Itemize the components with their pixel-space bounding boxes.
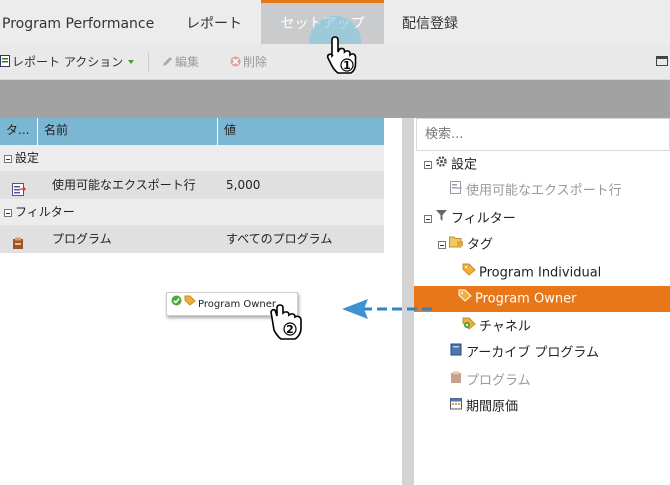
column-name[interactable]: 名前 <box>38 118 218 145</box>
tag-icon <box>458 286 472 312</box>
delete-label: 削除 <box>243 55 268 69</box>
report-action-menu[interactable]: レポート アクション <box>0 44 135 80</box>
drag-label: Program Owner <box>198 299 277 310</box>
tree-node-settings[interactable]: 設定 <box>424 152 477 178</box>
app-title: Program Performance <box>2 16 155 32</box>
edit-button[interactable]: 編集 <box>162 44 199 80</box>
program-icon <box>12 232 25 260</box>
export-rows-icon <box>450 178 463 204</box>
tag-icon <box>462 260 476 286</box>
tree-node-tags[interactable]: タグ <box>438 232 493 258</box>
tree-node-export-rows[interactable]: 使用可能なエクスポート行 <box>450 178 622 204</box>
section-header-bar <box>0 80 670 118</box>
calendar-icon <box>450 394 463 420</box>
tree-node-label: アーカイブ プログラム <box>466 345 599 361</box>
folder-tag-icon <box>449 232 464 258</box>
filter-tree-panel: 設定 使用可能なエクスポート行 フィルター タグ Program Individ… <box>414 118 670 485</box>
tree-node-label: 期間原価 <box>466 399 519 415</box>
tree-node-label: チャネル <box>479 319 531 335</box>
delete-button[interactable]: 削除 <box>230 44 267 80</box>
toolbar-divider <box>148 52 149 72</box>
report-settings-grid: タ... 名前 値 設定 使用可能なエクスポート行 5,000 フィルター プロ… <box>0 118 384 253</box>
search-input[interactable] <box>416 118 670 151</box>
dropdown-arrow-icon <box>127 55 135 69</box>
tree-node-label: タグ <box>467 237 494 253</box>
hand-cursor-icon: 2 <box>270 304 302 340</box>
tab-report[interactable]: レポート <box>186 0 242 44</box>
column-value[interactable]: 値 <box>218 118 384 145</box>
tree-node-label: Program Owner <box>475 291 577 307</box>
window-icon[interactable] <box>656 56 668 66</box>
report-icon <box>0 45 10 81</box>
tree-node-program-individual[interactable]: Program Individual <box>462 260 601 286</box>
group-filters[interactable]: フィルター <box>0 199 384 225</box>
group-settings[interactable]: 設定 <box>0 145 384 171</box>
tree-node-program[interactable]: プログラム <box>450 368 531 394</box>
tab-delivery[interactable]: 配信登録 <box>402 0 458 44</box>
tree-node-label: 設定 <box>451 157 478 173</box>
tree-node-channel[interactable]: チャネル <box>462 314 531 340</box>
tree-node-archive-program[interactable]: アーカイブ プログラム <box>450 340 599 366</box>
collapse-icon[interactable] <box>438 241 446 249</box>
group-label: フィルター <box>15 205 75 219</box>
archive-icon <box>450 340 463 366</box>
row-name: プログラム <box>52 232 112 246</box>
row-name: 使用可能なエクスポート行 <box>52 178 196 192</box>
tree-node-filters[interactable]: フィルター <box>424 206 516 232</box>
delete-icon <box>230 45 241 81</box>
gear-icon <box>435 152 448 178</box>
tree-node-label: プログラム <box>466 373 531 389</box>
report-action-label: レポート アクション <box>12 55 124 69</box>
collapse-icon[interactable] <box>424 215 432 223</box>
hand-cursor-icon: 1 <box>326 36 357 74</box>
tree-node-label: Program Individual <box>479 265 602 281</box>
step-number: 1 <box>343 59 351 72</box>
check-circle-icon <box>171 293 182 315</box>
grid-header: タ... 名前 値 <box>0 118 384 145</box>
collapse-icon[interactable] <box>4 154 12 163</box>
pencil-icon <box>162 45 173 81</box>
column-type[interactable]: タ... <box>0 118 38 145</box>
collapse-icon[interactable] <box>424 161 432 169</box>
edit-label: 編集 <box>175 55 200 69</box>
tree-node-label: フィルター <box>451 211 516 227</box>
table-row[interactable]: 使用可能なエクスポート行 5,000 <box>0 171 384 199</box>
group-label: 設定 <box>15 151 40 165</box>
row-value: 5,000 <box>226 178 261 192</box>
tree-node-label: 使用可能なエクスポート行 <box>466 183 622 199</box>
channel-tag-icon <box>462 314 476 340</box>
tree-node-period-cost[interactable]: 期間原価 <box>450 394 518 420</box>
table-row[interactable]: プログラム すべてのプログラム <box>0 225 384 253</box>
step-number: 2 <box>286 323 294 336</box>
row-value: すべてのプログラム <box>226 232 333 246</box>
drag-arrow-icon <box>342 299 435 319</box>
tree-node-program-owner[interactable]: Program Owner <box>414 286 670 312</box>
tag-icon <box>184 293 196 315</box>
program-icon <box>450 368 463 394</box>
collapse-icon[interactable] <box>4 208 12 217</box>
filter-icon <box>435 206 448 232</box>
